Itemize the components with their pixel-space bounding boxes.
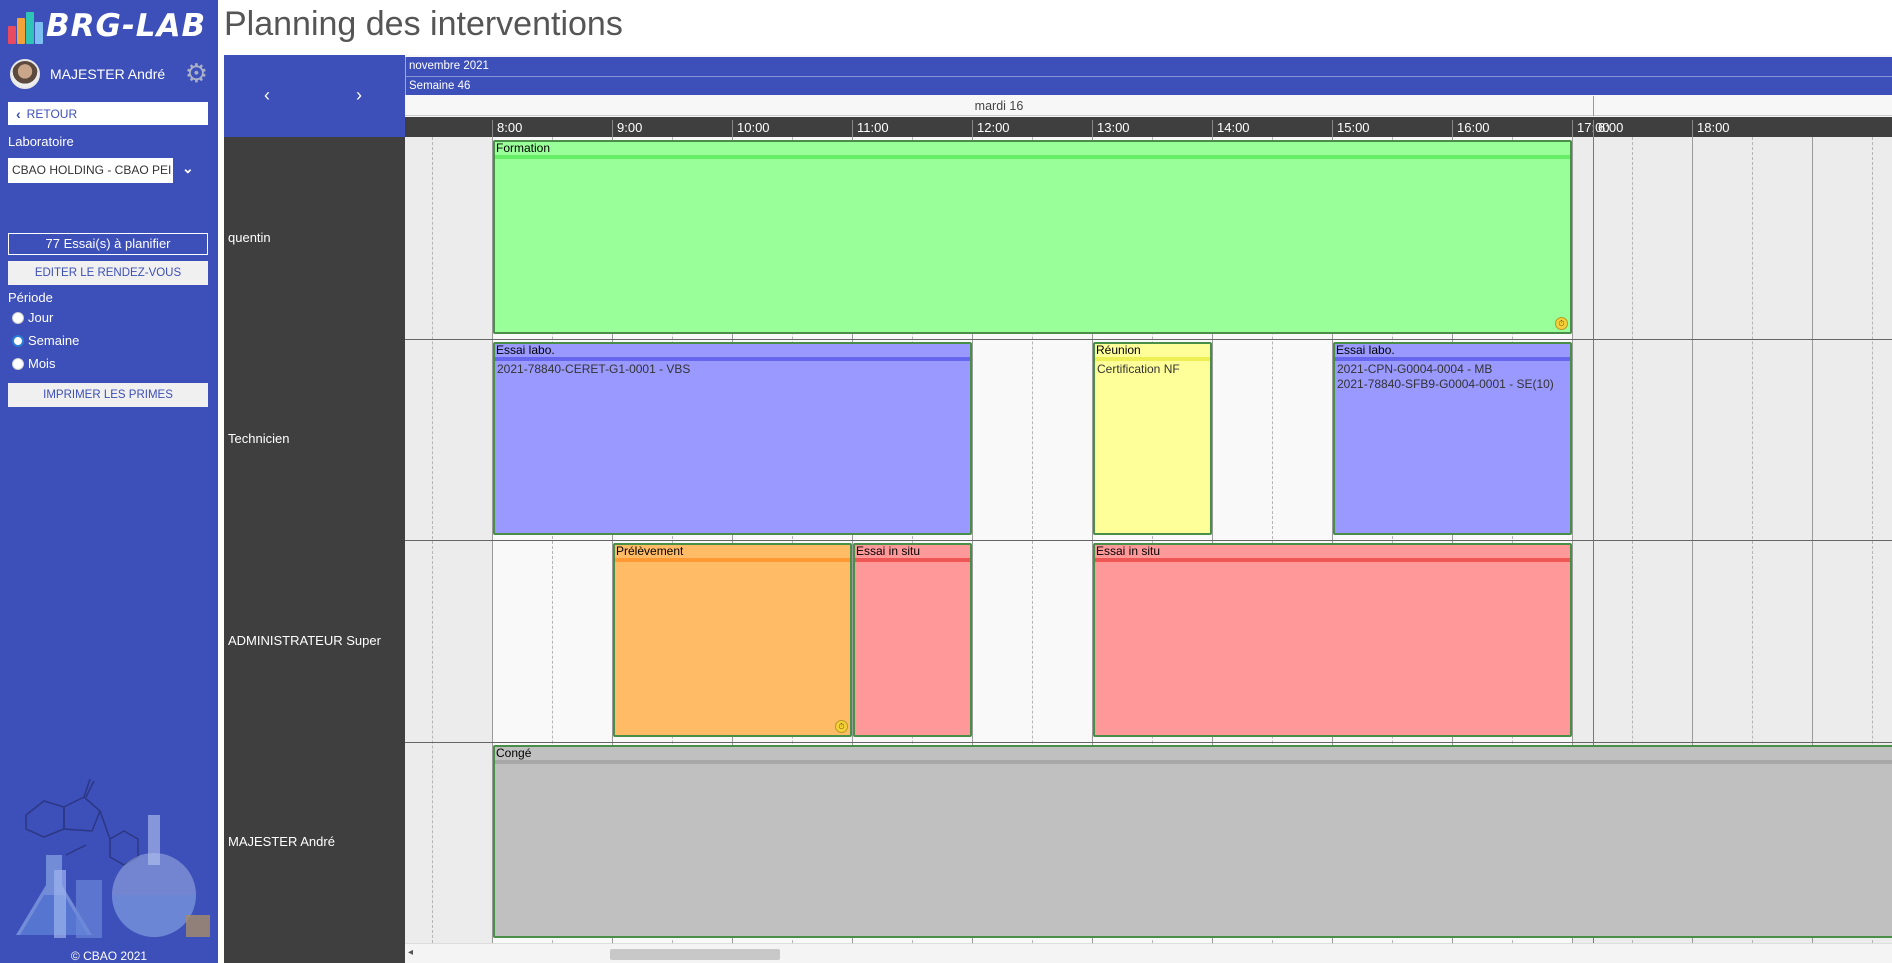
event-color-bar	[615, 558, 850, 562]
event-title: Congé	[496, 745, 532, 760]
next-period-button[interactable]: ›	[356, 85, 362, 106]
scroll-left-icon[interactable]: ◂	[408, 947, 413, 958]
event-text: 2021-CPN-G0004-0004 - MB 2021-78840-SFB9…	[1337, 361, 1554, 391]
period-option-label: Semaine	[28, 333, 80, 348]
row-divider	[405, 741, 1892, 743]
period-option-label: Jour	[28, 310, 54, 325]
lab-label: Laboratoire	[8, 134, 74, 149]
hour-label: 14:00	[1212, 120, 1250, 137]
event-color-bar	[1335, 356, 1570, 361]
event-block[interactable]: Essai labo. 2021-78840-CERET-G1-0001 - VB…	[493, 341, 972, 535]
event-block[interactable]: Essai labo. 2021-CPN-G0004-0004 - MB 2021…	[1333, 341, 1572, 535]
chevron-down-icon[interactable]: ⌄	[182, 160, 194, 177]
day-header: mardi 16	[405, 96, 1892, 116]
hour-label: 13:00	[1092, 120, 1130, 137]
week-header: Semaine 46	[405, 76, 1892, 95]
event-title: Réunion	[1096, 342, 1141, 357]
app-logo[interactable]: BRG-LAB	[8, 6, 206, 46]
day-label: mardi 16	[974, 99, 1024, 113]
resource-column: quentin Technicien ADMINISTRATEUR Super MAJ…	[224, 137, 405, 963]
resource-name: MAJESTER André	[228, 834, 335, 850]
scheduler-nav: ‹ ›	[224, 55, 405, 137]
hour-header: 8:00 9:00 10:00 11:00 12:00 13:00 14:00 15:00 16…	[405, 117, 1892, 137]
event-text: Certification NF	[1097, 361, 1180, 376]
period-option-jour[interactable]: Jour	[12, 310, 53, 325]
event-title: Prélèvement	[616, 544, 684, 558]
event-title: Essai in situ	[1096, 544, 1161, 558]
hour-label: 6:00	[1593, 120, 1623, 137]
event-block[interactable]: Formation ⏱	[493, 140, 1572, 334]
event-color-bar	[855, 558, 970, 562]
gear-icon[interactable]: ⚙	[185, 60, 208, 86]
scheduler: ‹ › novembre 2021 Semaine 46 mardi 16 8:…	[224, 55, 1892, 963]
event-color-bar	[1095, 356, 1210, 361]
event-color-bar	[495, 759, 1892, 764]
print-bonuses-button[interactable]: IMPRIMER LES PRIMES	[8, 383, 208, 407]
logo-text: BRG-LAB	[46, 8, 207, 44]
resource-name: Technicien	[228, 431, 290, 447]
scrollbar-thumb[interactable]	[610, 949, 780, 960]
hour-label: 10:00	[732, 120, 770, 137]
back-button-label: RETOUR	[26, 106, 78, 121]
radio-jour[interactable]	[12, 311, 24, 324]
back-button[interactable]: ‹ RETOUR	[8, 102, 208, 125]
event-block[interactable]: Prélèvement ⏱	[613, 543, 852, 737]
event-title: Essai labo.	[1336, 342, 1395, 357]
event-text: 2021-78840-CERET-G1-0001 - VBS	[497, 361, 691, 376]
avatar[interactable]	[10, 59, 40, 89]
radio-mois[interactable]	[12, 357, 24, 370]
event-block[interactable]: Réunion Certification NF	[1093, 341, 1212, 535]
period-label: Période	[8, 290, 53, 305]
hour-label: 11:00	[852, 120, 889, 137]
day-separator	[1593, 96, 1594, 116]
event-title: Formation	[496, 141, 551, 155]
hour-label: 15:00	[1332, 120, 1370, 137]
previous-period-button[interactable]: ‹	[264, 85, 270, 106]
row-divider	[405, 338, 1892, 340]
hour-label: 18:00	[1692, 120, 1730, 137]
event-color-bar	[495, 155, 1570, 159]
essais-to-plan-button[interactable]: 77 Essai(s) à planifier	[8, 233, 208, 255]
event-color-bar	[1095, 558, 1570, 562]
resource-name: quentin	[228, 229, 271, 245]
sidebar: BRG-LAB MAJESTER André ⚙ ‹ RETOUR Labora…	[0, 0, 218, 963]
clock-icon[interactable]: ⏱	[1555, 316, 1568, 330]
event-block[interactable]: Congé	[493, 744, 1892, 938]
radio-semaine[interactable]	[12, 334, 24, 347]
user-name: MAJESTER André	[50, 66, 166, 82]
horizontal-scrollbar[interactable]: ◂	[405, 943, 1892, 963]
lab-flasks-illustration	[16, 778, 210, 938]
event-title: Essai labo.	[496, 342, 555, 357]
lab-select[interactable]: CBAO HOLDING - CBAO PEI	[8, 158, 173, 183]
event-color-bar	[495, 356, 970, 361]
event-block[interactable]: Essai in situ	[853, 543, 972, 737]
user-row: MAJESTER André ⚙	[10, 58, 210, 90]
month-header: novembre 2021	[405, 57, 1892, 76]
logo-icon	[8, 8, 44, 44]
event-title: Essai in situ	[856, 544, 921, 558]
chevron-left-icon: ‹	[16, 105, 21, 122]
period-option-semaine[interactable]: Semaine	[12, 333, 79, 348]
row-divider	[405, 540, 1892, 541]
event-block[interactable]: Essai in situ	[1093, 543, 1572, 737]
hour-label: 16:00	[1452, 120, 1490, 137]
edit-appointment-button[interactable]: EDITER LE RENDEZ-VOUS	[8, 261, 208, 285]
resource-name: ADMINISTRATEUR Super	[228, 632, 381, 648]
hour-label: 9:00	[612, 120, 642, 137]
clock-icon[interactable]: ⏱	[835, 719, 848, 733]
hour-label: 8:00	[492, 120, 522, 137]
hour-label: 12:00	[972, 120, 1010, 137]
page-title: Planning des interventions	[224, 5, 623, 43]
period-option-mois[interactable]: Mois	[12, 356, 55, 371]
schedule-grid[interactable]: Formation ⏱ Essai labo. 2021-78840-CERET-G1…	[405, 137, 1892, 943]
period-option-label: Mois	[28, 356, 56, 371]
copyright: © CBAO 2021	[70, 949, 148, 963]
